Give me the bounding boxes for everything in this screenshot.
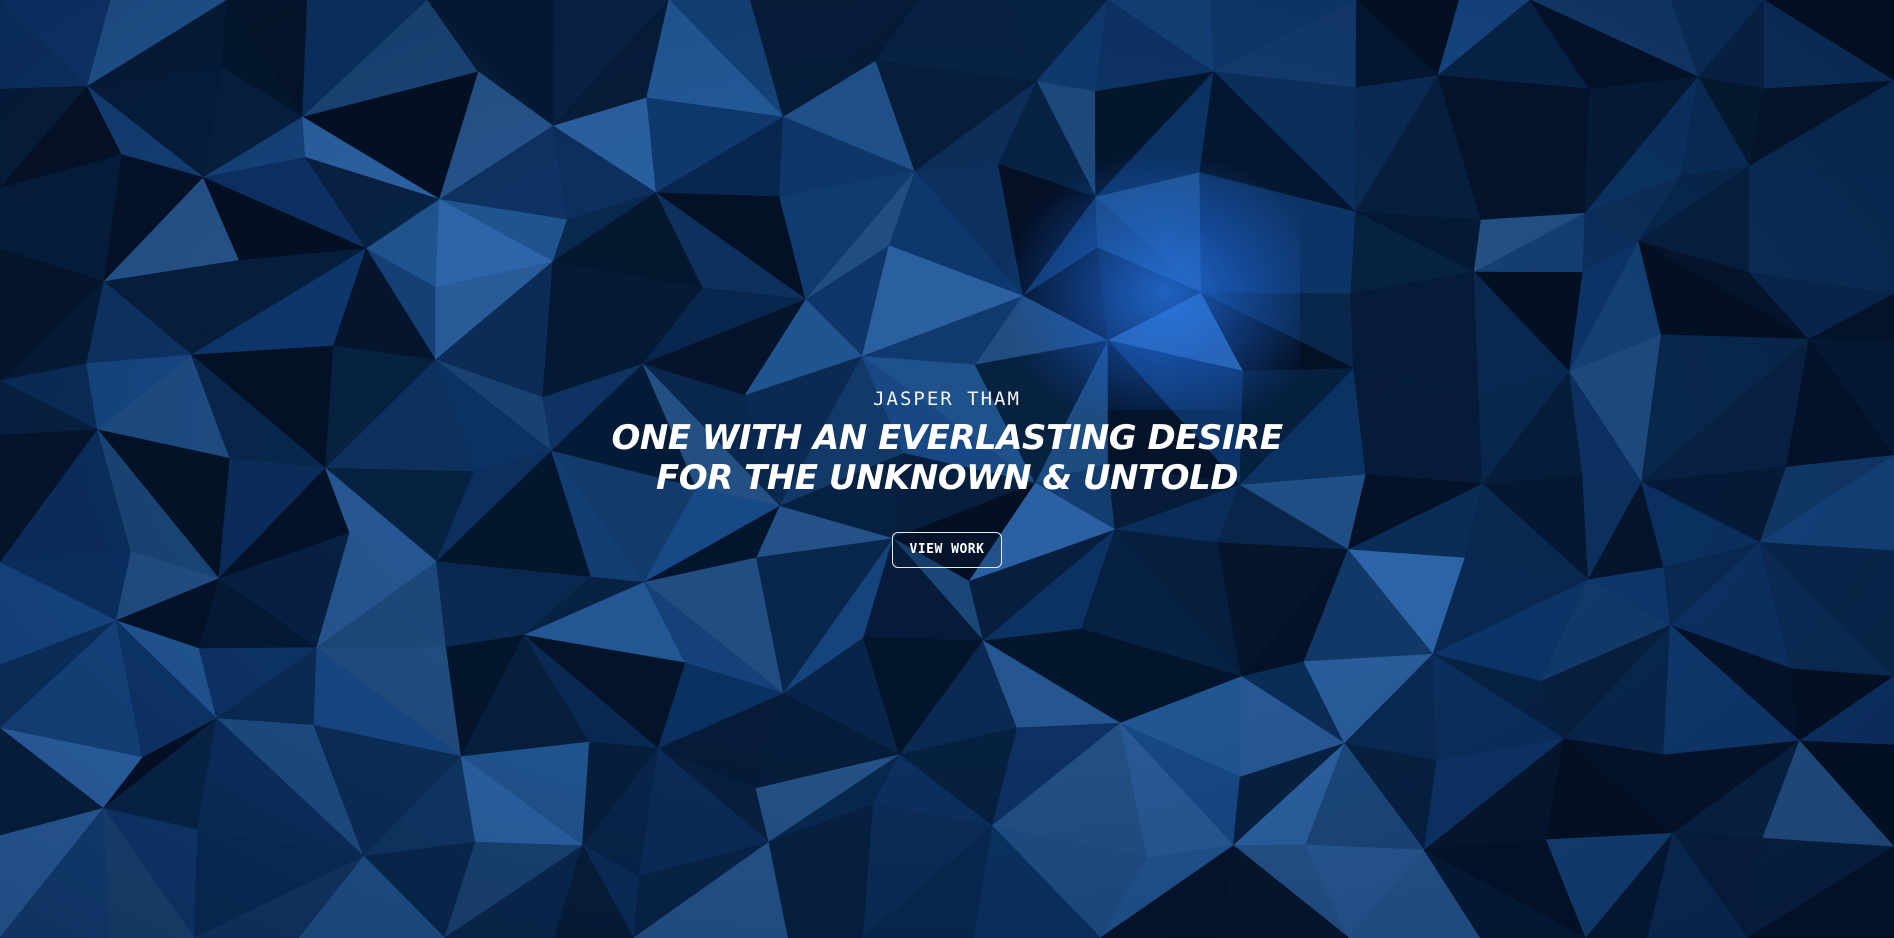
hero-headline-line-1: ONE WITH AN EVERLASTING DESIRE <box>611 418 1283 458</box>
hero-name: JASPER THAM <box>873 388 1021 410</box>
view-work-button[interactable]: VIEW WORK <box>892 532 1002 568</box>
hero-headline-line-2: FOR THE UNKNOWN & UNTOLD <box>656 458 1238 498</box>
hero-content: JASPER THAM ONE WITH AN EVERLASTING DESI… <box>0 386 1894 568</box>
hero-headline: ONE WITH AN EVERLASTING DESIRE FOR THE U… <box>0 418 1894 498</box>
hero-section: JASPER THAM ONE WITH AN EVERLASTING DESI… <box>0 0 1894 938</box>
